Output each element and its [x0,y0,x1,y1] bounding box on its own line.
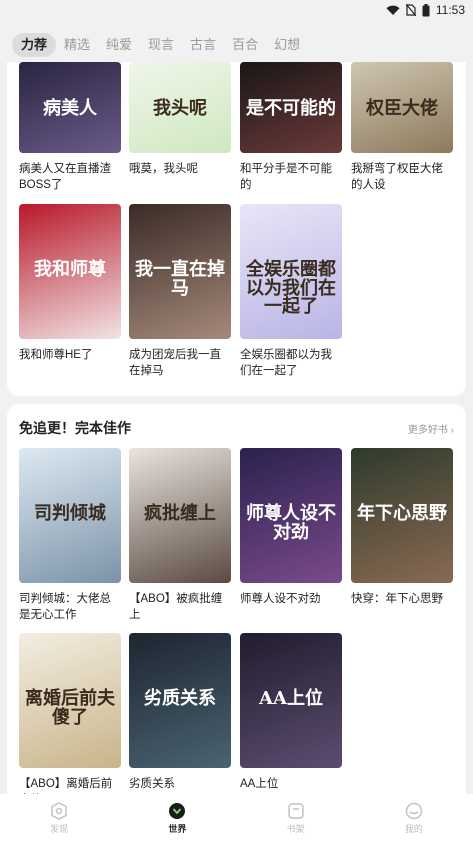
book-title[interactable]: 全娱乐圈都以为我们在一起了 [240,347,342,379]
book-item[interactable]: 劣质关系 劣质关系 [129,633,231,792]
book-title[interactable]: 师尊人设不对劲 [240,591,342,607]
cover-title-art: 司判倾城 [34,502,106,524]
no-sim-icon [405,4,416,16]
nav-label: 世界 [168,823,187,834]
book-item[interactable]: 权臣大佬我掰弯了权臣大佬的人设 [351,62,453,193]
section-header: 免追更！完本佳作 更多好书 › [19,418,454,438]
book-title[interactable]: 哦莫，我头呢 [129,161,231,177]
book-title[interactable]: 【ABO】被疯批缠上 [129,591,231,623]
tab-fantasy[interactable]: 幻想 [266,33,308,57]
book-cover[interactable]: 疯批缠上 [129,448,231,583]
book-cover[interactable]: 我一直在掉马 [129,204,231,339]
tab-gl[interactable]: 百合 [224,33,266,57]
book-cover[interactable]: 全娱乐圈都以为我们在一起了 [240,204,342,339]
status-icons: 11:53 [386,3,465,17]
book-cover[interactable]: 我和师尊 [19,204,121,339]
book-title[interactable]: 劣质关系 [129,776,231,792]
cover-title-art: 是不可能的 [246,98,336,120]
cover-title-art: 我头呢 [153,98,207,120]
book-cover[interactable]: 是不可能的 [240,62,342,153]
more-books-link[interactable]: 更多好书 › [408,421,454,436]
book-cover[interactable]: 年下心思野 [351,448,453,583]
book-cover[interactable]: 权臣大佬 [351,62,453,153]
profile-icon [405,802,423,819]
completed-books-card: 免追更！完本佳作 更多好书 › 司判倾城 司判倾城：大佬总是无心工作 疯批缠上 【AB… [7,404,466,824]
world-icon [169,802,186,819]
book-title[interactable]: 成为团宠后我一直在掉马 [129,347,231,379]
book-item[interactable]: 全娱乐圈都以为我们在一起了 全娱乐圈都以为我们在一起了 [240,204,342,379]
book-cover[interactable]: 劣质关系 [129,633,231,768]
nav-label: 我的 [404,823,423,834]
book-cover[interactable]: 司判倾城 [19,448,121,583]
nav-label: 发现 [50,823,69,834]
book-cover[interactable]: 师尊人设不对劲 [240,448,342,583]
tab-ancient-romance[interactable]: 古言 [182,33,224,57]
compass-icon [51,801,67,820]
book-title[interactable]: 病美人又在直播渣BOSS了 [19,161,121,193]
cover-title-art: 全娱乐圈都以为我们在一起了 [246,258,336,318]
status-bar: 11:53 [0,0,473,22]
book-item[interactable]: 司判倾城司判倾城：大佬总是无心工作 [19,448,121,623]
book-title[interactable]: 我和师尊HE了 [19,347,121,363]
battery-icon [422,3,430,16]
cover-title-art: 年下心思野 [357,502,447,524]
book-cover[interactable]: 离婚后前夫傻了 [19,633,121,768]
nav-bookshelf[interactable]: 书架 [237,794,355,842]
tab-featured[interactable]: 精选 [56,33,98,57]
nav-label: 书架 [286,823,305,834]
status-time: 11:53 [435,3,465,17]
book-item[interactable]: AA上位 AA上位 [240,633,342,792]
tab-bl[interactable]: 纯爱 [98,33,140,57]
tab-recommend[interactable]: 力荐 [12,33,57,57]
book-item[interactable]: 我头呢哦莫，我头呢 [129,62,231,177]
cover-title-art: 我和师尊 [34,258,106,280]
bookshelf-icon [287,802,304,819]
book-item[interactable]: 师尊人设不对劲 师尊人设不对劲 [240,448,342,607]
category-tabs: 力荐 精选 纯爱 现言 古言 百合 幻想 [12,33,308,57]
cover-title-art: 我一直在掉马 [135,258,225,299]
recommend-card: 病美人 病美人又在直播渣BOSS了 我头呢 哦莫，我头呢 是不可能的 和平分手是不可能的权… [7,62,466,396]
book-title[interactable]: 快穿：年下心思野 [351,591,453,607]
book-title[interactable]: 我掰弯了权臣大佬的人设 [351,161,453,193]
book-item[interactable]: 是不可能的和平分手是不可能的 [240,62,342,193]
cover-title-art: 疯批缠上 [144,502,216,524]
book-title[interactable]: 和平分手是不可能的 [240,161,342,193]
nav-world[interactable]: 世界 [118,794,236,842]
book-cover[interactable]: 我头呢 [129,62,231,153]
book-cover[interactable]: 病美人 [19,62,121,153]
tab-modern-romance[interactable]: 现言 [140,33,182,57]
nav-discover[interactable]: 发现 [0,794,118,842]
book-item[interactable]: 我一直在掉马成为团宠后我一直在掉马 [129,204,231,379]
nav-profile[interactable]: 我的 [355,794,473,842]
book-title[interactable]: 司判倾城：大佬总是无心工作 [19,591,121,623]
cover-title-art: 权臣大佬 [366,98,438,120]
book-item[interactable]: 我和师尊我和师尊HE了 [19,204,121,363]
cover-title-art: 离婚后前夫傻了 [25,687,115,728]
wifi-icon [386,5,400,15]
book-item[interactable]: 病美人病美人又在直播渣BOSS了 [19,62,121,193]
bottom-nav: 发现 世界 书架 我的 [0,794,473,842]
cover-title-art: 病美人 [43,98,97,120]
book-item[interactable]: 年下心思野快穿：年下心思野 [351,448,453,607]
book-title[interactable]: AA上位 [240,776,342,792]
cover-title-art: AA上位 [259,687,323,709]
book-item[interactable]: 疯批缠上【ABO】被疯批缠上 [129,448,231,623]
cover-title-art: 师尊人设不对劲 [246,502,336,543]
book-cover[interactable]: AA上位 [240,633,342,768]
section-title: 免追更！完本佳作 [19,420,131,436]
cover-title-art: 劣质关系 [144,687,216,709]
book-item[interactable]: 离婚后前夫傻了【ABO】离婚后前夫傻了 [19,633,121,808]
